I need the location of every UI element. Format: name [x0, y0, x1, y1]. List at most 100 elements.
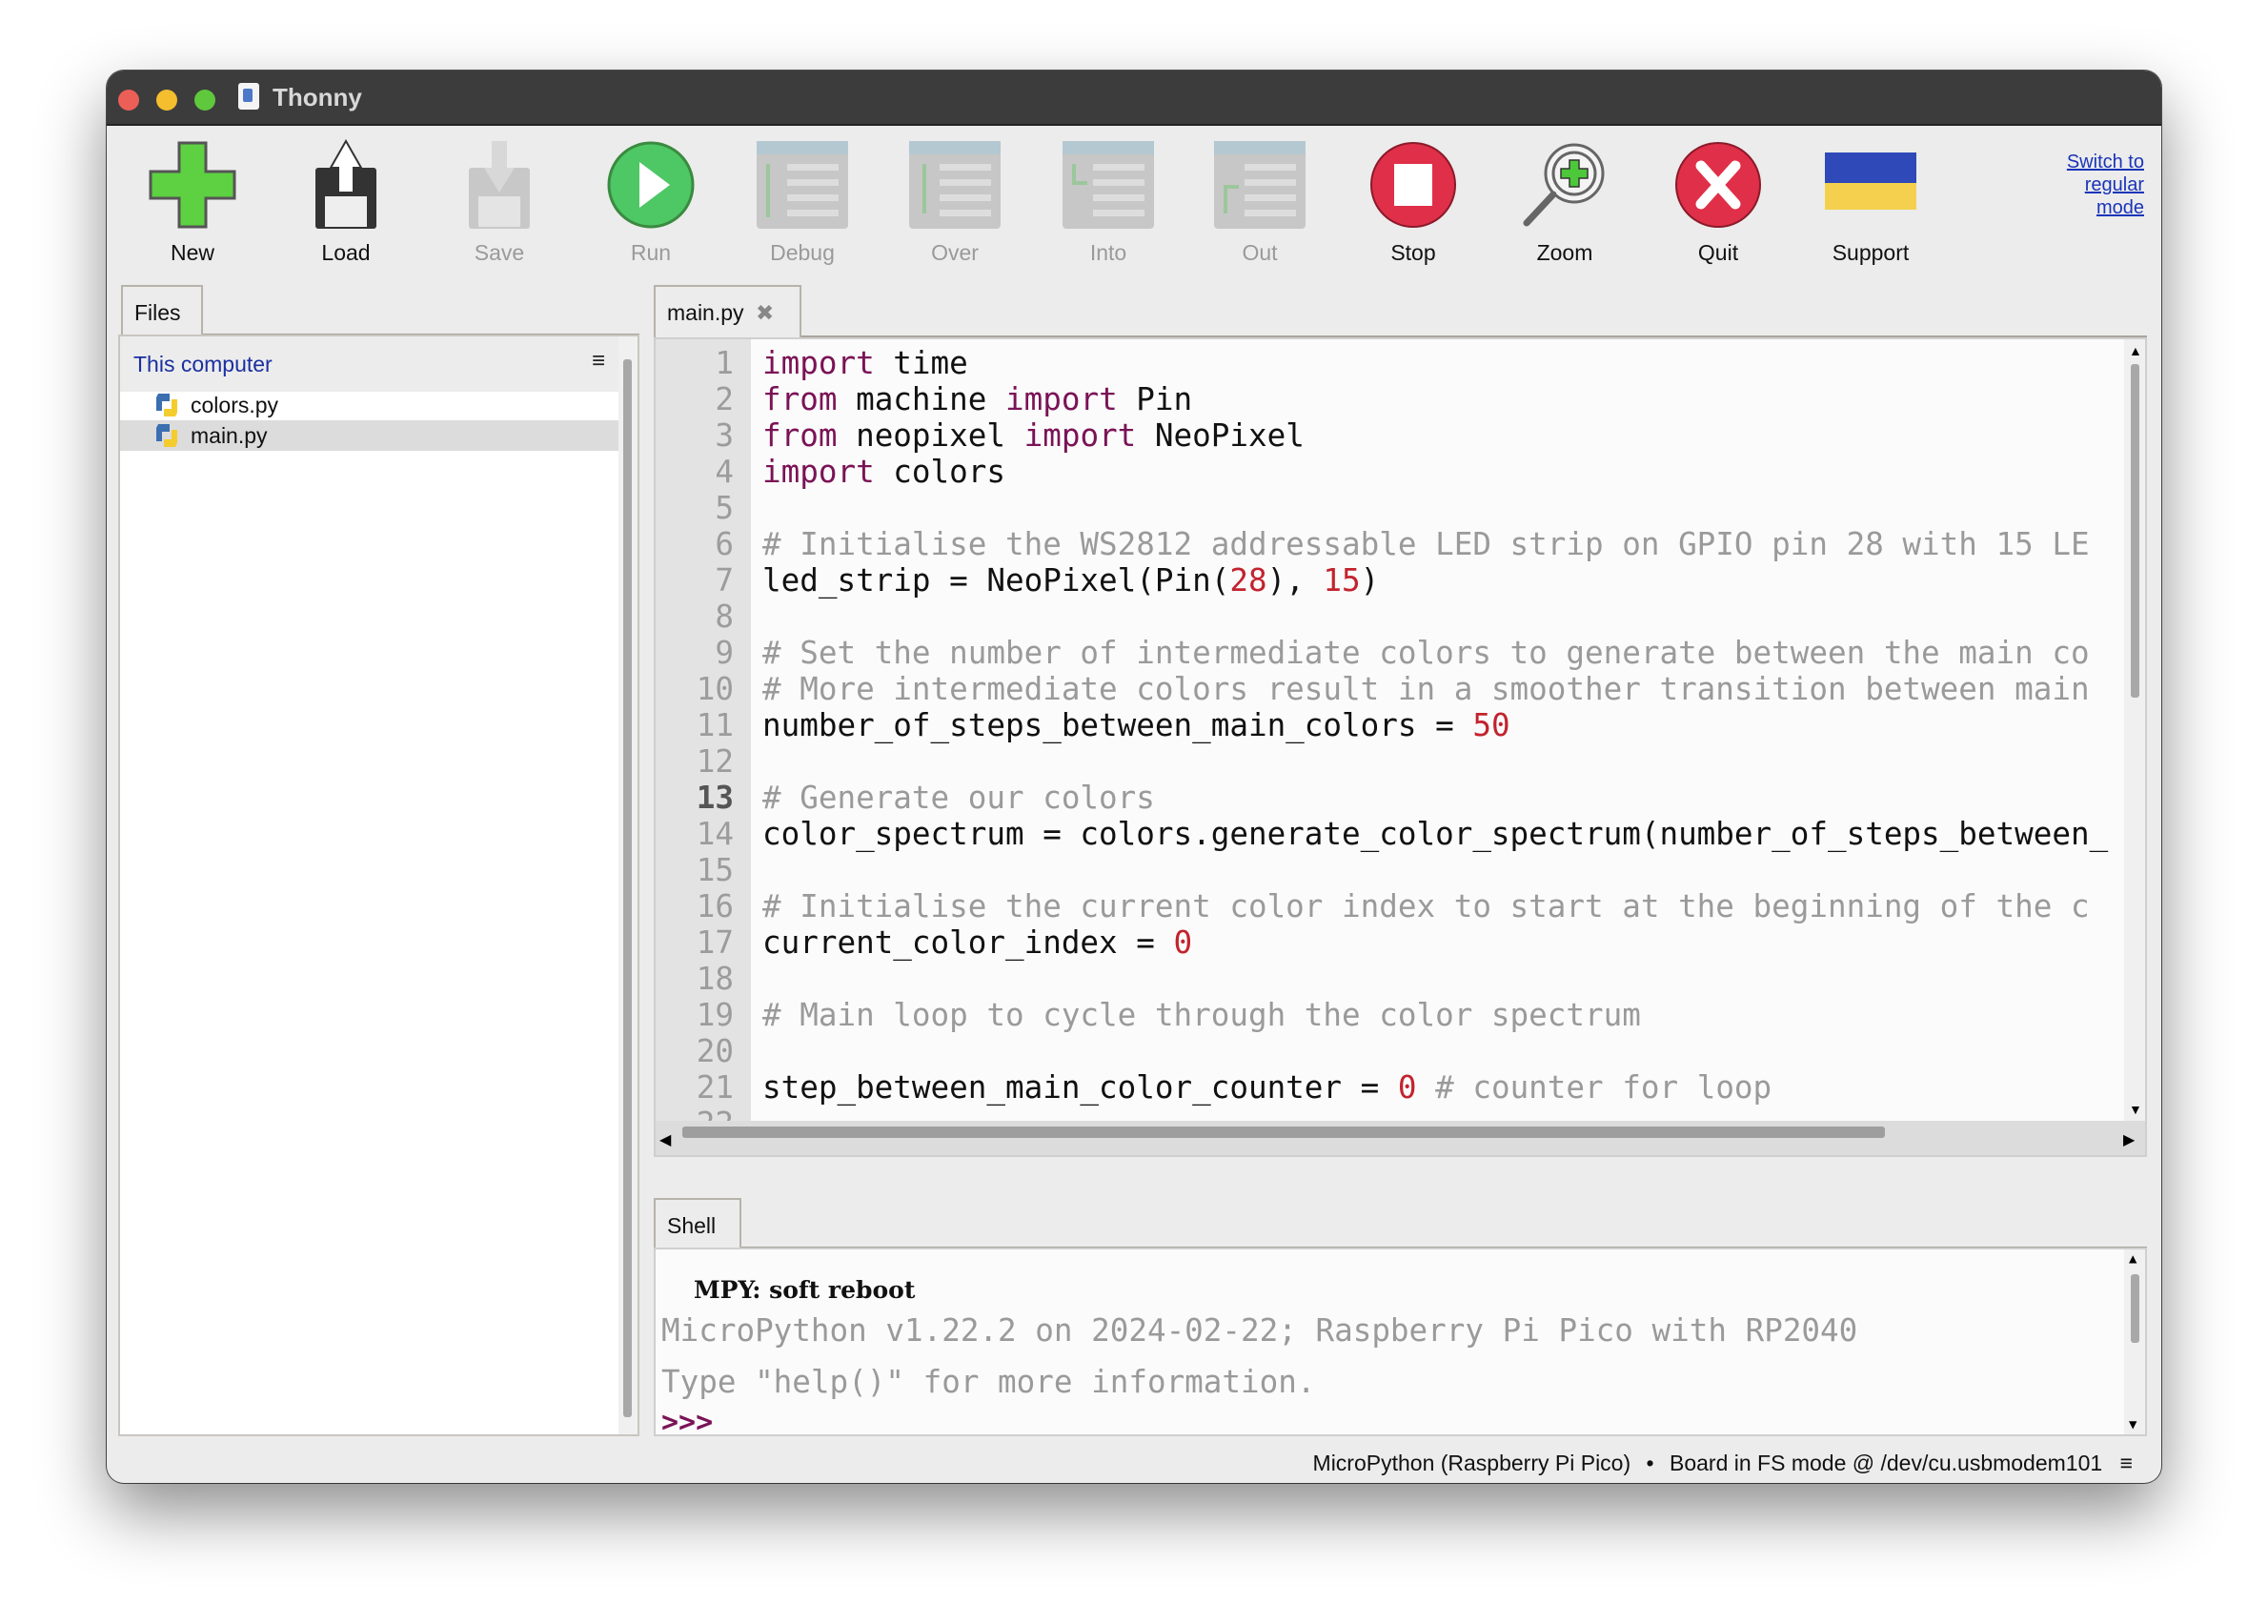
floppy-load-icon	[315, 139, 376, 229]
support-label: Support	[1832, 240, 1910, 265]
shell-prompt: >>>	[661, 1406, 714, 1436]
code-editor[interactable]: 12345678910111213141516171819202122 impo…	[654, 337, 2147, 1157]
shell-output-line: MPY: soft reboot	[694, 1276, 916, 1304]
number-token: 15	[1323, 562, 1361, 599]
code-token: NeoPixel	[1136, 417, 1305, 454]
line-number: 5	[715, 490, 734, 526]
code-token: colors	[874, 454, 1005, 490]
comment-token: # Set the number of intermediate colors …	[762, 635, 2090, 671]
location-label[interactable]: This computer	[133, 352, 273, 377]
green-plus-icon	[149, 141, 236, 229]
run-label: Run	[630, 240, 672, 265]
step-out-icon	[1214, 141, 1306, 229]
zoom-label: Zoom	[1536, 240, 1593, 265]
code-line: from machine import Pin	[762, 381, 2117, 417]
code-token: led_strip = NeoPixel(Pin(	[762, 562, 1230, 599]
keyword-token: from	[762, 381, 838, 417]
scrollbar-thumb[interactable]	[2131, 364, 2139, 698]
board-status: Board in FS mode @ /dev/cu.usbmodem101	[1669, 1451, 2103, 1475]
code-token: color_spectrum = colors.generate_color_s…	[762, 816, 2109, 852]
code-line: number_of_steps_between_main_colors = 50	[762, 707, 2117, 743]
code-token: ),	[1266, 562, 1324, 599]
scroll-down-arrow-icon[interactable]: ▼	[2129, 1417, 2136, 1432]
keyword-token: import	[762, 454, 875, 490]
status-menu-icon[interactable]: ≡	[2120, 1451, 2133, 1475]
editor-horizontal-scrollbar[interactable]: ◀ ▶	[656, 1121, 2145, 1155]
scrollbar-thumb[interactable]	[2131, 1274, 2139, 1343]
comment-token: # Initialise the WS2812 addressable LED …	[762, 526, 2090, 562]
keyword-token: import	[1005, 381, 1118, 417]
line-number: 16	[696, 888, 734, 924]
debug-button[interactable]: Debug	[736, 139, 869, 282]
switch-to-regular-mode-link[interactable]: Switch to regular mode	[2067, 151, 2144, 219]
code-token: step_between_main_color_counter =	[762, 1069, 1398, 1106]
debug-label: Debug	[770, 240, 835, 265]
line-number: 17	[696, 924, 734, 961]
minimize-window-button[interactable]	[156, 90, 177, 111]
line-number: 18	[696, 961, 734, 997]
interpreter-status[interactable]: MicroPython (Raspberry Pi Pico)	[1313, 1451, 1631, 1475]
scroll-up-arrow-icon[interactable]: ▲	[2129, 1251, 2136, 1267]
save-label: Save	[474, 240, 525, 265]
code-line: led_strip = NeoPixel(Pin(28), 15)	[762, 562, 2117, 599]
line-number: 20	[696, 1033, 734, 1069]
tab-shell[interactable]: Shell	[654, 1198, 741, 1248]
scrollbar-thumb[interactable]	[623, 359, 632, 1417]
scroll-right-arrow-icon[interactable]: ▶	[2123, 1130, 2135, 1149]
step-over-button[interactable]: Over	[888, 139, 1022, 282]
scroll-left-arrow-icon[interactable]: ◀	[659, 1130, 671, 1149]
status-separator: •	[1646, 1451, 1654, 1475]
quit-label: Quit	[1697, 240, 1739, 265]
run-button[interactable]: Run	[584, 139, 718, 282]
switch-link-line: mode	[2096, 197, 2144, 218]
file-menu-icon[interactable]: ≡	[592, 348, 605, 375]
number-token: 28	[1229, 562, 1267, 599]
zoom-button[interactable]: Zoom	[1498, 139, 1631, 282]
tab-files[interactable]: Files	[121, 285, 203, 335]
quit-button[interactable]: Quit	[1651, 139, 1785, 282]
line-number: 2	[715, 381, 734, 417]
tab-main-py[interactable]: main.py ✖	[654, 285, 801, 337]
new-button[interactable]: New	[126, 139, 259, 282]
file-browser: This computer ≡ colors.py main.py	[118, 335, 639, 1436]
step-into-button[interactable]: Into	[1042, 139, 1175, 282]
support-button[interactable]: Support	[1804, 139, 1937, 282]
file-browser-scrollbar[interactable]	[618, 336, 638, 1434]
comment-token: # More intermediate colors result in a s…	[762, 671, 2090, 707]
close-window-button[interactable]	[118, 90, 139, 111]
scroll-up-arrow-icon[interactable]: ▲	[2129, 343, 2142, 358]
stop-icon	[1370, 142, 1456, 228]
scroll-down-arrow-icon[interactable]: ▼	[2129, 1102, 2142, 1117]
editor-vertical-scrollbar[interactable]: ▲ ▼	[2124, 339, 2145, 1121]
line-number: 4	[715, 454, 734, 490]
zoom-window-button[interactable]	[194, 90, 215, 111]
file-item[interactable]: colors.py	[120, 390, 618, 420]
code-line: from neopixel import NeoPixel	[762, 417, 2117, 454]
window-title: Thonny	[273, 83, 362, 112]
code-token: time	[874, 345, 968, 381]
shell-scrollbar[interactable]: ▲ ▼	[2124, 1249, 2145, 1434]
save-button[interactable]: Save	[433, 139, 566, 282]
code-line: import time	[762, 345, 2117, 381]
scrollbar-thumb[interactable]	[682, 1127, 1885, 1138]
line-number: 9	[715, 635, 734, 671]
load-button[interactable]: Load	[279, 139, 413, 282]
step-out-button[interactable]: Out	[1193, 139, 1326, 282]
stop-button[interactable]: Stop	[1347, 139, 1480, 282]
floppy-save-icon	[469, 141, 530, 229]
stop-label: Stop	[1390, 240, 1436, 265]
code-line: # Set the number of intermediate colors …	[762, 635, 2117, 671]
code-line: # Generate our colors	[762, 780, 2117, 816]
file-item-selected[interactable]: main.py	[120, 420, 618, 451]
thonny-window: Thonny New Load Save Run Debug Over Into…	[107, 71, 2161, 1483]
close-tab-icon[interactable]: ✖	[756, 300, 774, 325]
step-into-icon	[1063, 141, 1154, 229]
code-line: # Initialise the current color index to …	[762, 888, 2117, 924]
new-label: New	[170, 240, 214, 265]
shell-console[interactable]: MPY: soft reboot MicroPython v1.22.2 on …	[654, 1248, 2147, 1436]
code-area[interactable]: import time from machine import Pin from n…	[762, 345, 2117, 1142]
line-number: 13	[696, 780, 734, 816]
